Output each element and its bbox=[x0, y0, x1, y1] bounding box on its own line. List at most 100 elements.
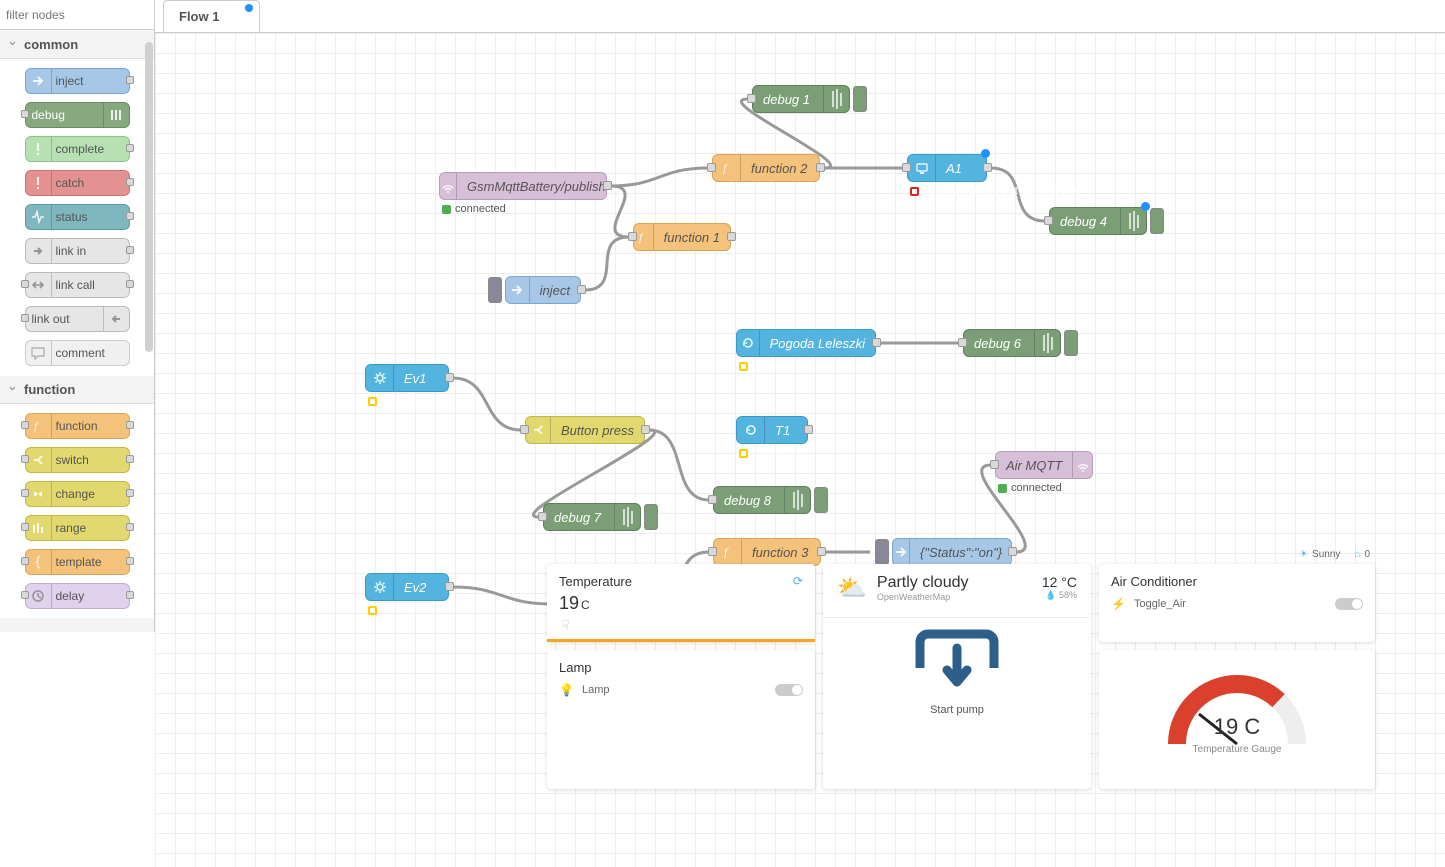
flow-node-pog[interactable]: Pogoda Leleszkiconnecting bbox=[736, 329, 876, 357]
port-in[interactable] bbox=[628, 232, 637, 241]
port-out[interactable] bbox=[126, 455, 134, 463]
linkcall-icon bbox=[26, 273, 52, 297]
port-out[interactable] bbox=[126, 212, 134, 220]
pump-button-label[interactable]: Start pump bbox=[930, 704, 984, 716]
weather-title: Partly cloudy bbox=[877, 574, 1032, 592]
flow-node-ev2[interactable]: Ev2connecting bbox=[365, 573, 449, 601]
port-out[interactable] bbox=[445, 582, 454, 591]
header-home[interactable]: ⌂ 0 bbox=[1354, 544, 1370, 564]
refresh-icon bbox=[737, 330, 760, 356]
pump-icon[interactable] bbox=[912, 628, 1002, 698]
lamp-title: Lamp bbox=[559, 660, 803, 675]
flow-node-dbg7[interactable]: debug 7 bbox=[543, 503, 641, 531]
palette-node-change[interactable]: change bbox=[25, 481, 130, 507]
palette-node-inject[interactable]: inject bbox=[25, 68, 130, 94]
port-in[interactable] bbox=[902, 163, 911, 172]
port-out[interactable] bbox=[126, 76, 134, 84]
port-out[interactable] bbox=[641, 425, 650, 434]
palette-node-switch[interactable]: switch bbox=[25, 447, 130, 473]
port-in[interactable] bbox=[1044, 216, 1053, 225]
port-in[interactable] bbox=[21, 421, 29, 429]
tab-flow-1[interactable]: Flow 1 bbox=[163, 0, 260, 32]
flow-node-dbg1[interactable]: debug 1 bbox=[752, 85, 850, 113]
port-out[interactable] bbox=[126, 557, 134, 565]
port-in[interactable] bbox=[21, 455, 29, 463]
port-in[interactable] bbox=[538, 512, 547, 521]
port-out[interactable] bbox=[872, 338, 881, 347]
palette-node-complete[interactable]: complete bbox=[25, 136, 130, 162]
flow-node-btn[interactable]: Button press bbox=[525, 416, 645, 444]
debug-toggle-button[interactable] bbox=[814, 487, 828, 513]
palette-category-common[interactable]: common bbox=[0, 30, 154, 59]
port-out[interactable] bbox=[603, 181, 612, 190]
dashboard-header: ☀ Sunny ⌂ 0 bbox=[547, 544, 1380, 564]
port-out[interactable] bbox=[727, 232, 736, 241]
palette-node-delay[interactable]: delay bbox=[25, 583, 130, 609]
palette-node-debug[interactable]: debug bbox=[25, 102, 130, 128]
header-weather-text: Sunny bbox=[1312, 549, 1340, 560]
flow-node-ev1[interactable]: Ev1connecting bbox=[365, 364, 449, 392]
port-in[interactable] bbox=[21, 110, 29, 118]
palette-scrollbar[interactable] bbox=[145, 42, 153, 352]
palette-node-status[interactable]: status bbox=[25, 204, 130, 230]
port-out[interactable] bbox=[816, 163, 825, 172]
port-in[interactable] bbox=[707, 163, 716, 172]
port-out[interactable] bbox=[983, 163, 992, 172]
palette-node-label: template bbox=[56, 555, 102, 569]
flow-node-air[interactable]: Air MQTTconnected bbox=[995, 451, 1093, 479]
flow-node-mqtt1[interactable]: GsmMqttBattery/publishconnected bbox=[439, 172, 607, 200]
flow-node-fn2[interactable]: function 2 bbox=[712, 154, 820, 182]
port-in[interactable] bbox=[21, 314, 29, 322]
port-out[interactable] bbox=[126, 144, 134, 152]
port-in[interactable] bbox=[958, 338, 967, 347]
port-out[interactable] bbox=[577, 285, 586, 294]
port-out[interactable] bbox=[126, 591, 134, 599]
port-in[interactable] bbox=[520, 425, 529, 434]
port-in[interactable] bbox=[747, 94, 756, 103]
sync-icon[interactable]: ⟳ bbox=[793, 574, 803, 588]
palette-node-function[interactable]: function bbox=[25, 413, 130, 439]
flow-node-dbg6[interactable]: debug 6 bbox=[963, 329, 1061, 357]
port-out[interactable] bbox=[804, 425, 813, 434]
port-in[interactable] bbox=[21, 591, 29, 599]
flow-node-dbg8[interactable]: debug 8 bbox=[713, 486, 811, 514]
flow-node-dbg4[interactable]: debug 4 bbox=[1049, 207, 1147, 235]
flow-node-fn1[interactable]: function 1 bbox=[633, 223, 731, 251]
port-out[interactable] bbox=[126, 489, 134, 497]
port-out[interactable] bbox=[126, 523, 134, 531]
port-in[interactable] bbox=[21, 280, 29, 288]
palette-node-link-out[interactable]: link out bbox=[25, 306, 130, 332]
inject-button[interactable] bbox=[488, 277, 502, 303]
bang-icon bbox=[26, 171, 52, 195]
palette-category-function[interactable]: function bbox=[0, 375, 154, 404]
palette-node-template[interactable]: template bbox=[25, 549, 130, 575]
port-in[interactable] bbox=[21, 489, 29, 497]
palette-node-catch[interactable]: catch bbox=[25, 170, 130, 196]
port-out[interactable] bbox=[126, 280, 134, 288]
lamp-toggle[interactable] bbox=[775, 684, 803, 696]
flash-icon: ⚡ bbox=[1111, 597, 1126, 611]
flow-node-a1[interactable]: A1no connection : Oct 11, 9:48 AM bbox=[907, 154, 987, 182]
port-out[interactable] bbox=[126, 421, 134, 429]
port-in[interactable] bbox=[21, 523, 29, 531]
palette-node-range[interactable]: range bbox=[25, 515, 130, 541]
filter-nodes-input[interactable] bbox=[0, 0, 154, 29]
port-in[interactable] bbox=[708, 495, 717, 504]
port-out[interactable] bbox=[126, 178, 134, 186]
palette-node-comment[interactable]: comment bbox=[25, 340, 130, 366]
debug-toggle-button[interactable] bbox=[644, 504, 658, 530]
port-out[interactable] bbox=[126, 246, 134, 254]
port-out[interactable] bbox=[445, 373, 454, 382]
debug-toggle-button[interactable] bbox=[1150, 208, 1164, 234]
palette-node-link-in[interactable]: link in bbox=[25, 238, 130, 264]
header-weather[interactable]: ☀ Sunny bbox=[1299, 544, 1340, 564]
slider-track[interactable] bbox=[547, 639, 815, 642]
port-in[interactable] bbox=[990, 460, 999, 469]
palette-node-link-call[interactable]: link call bbox=[25, 272, 130, 298]
debug-toggle-button[interactable] bbox=[853, 86, 867, 112]
ac-toggle[interactable] bbox=[1335, 598, 1363, 610]
flow-node-t1[interactable]: T1connecting bbox=[736, 416, 808, 444]
debug-toggle-button[interactable] bbox=[1064, 330, 1078, 356]
flow-node-inj[interactable]: inject bbox=[505, 276, 581, 304]
port-in[interactable] bbox=[21, 557, 29, 565]
